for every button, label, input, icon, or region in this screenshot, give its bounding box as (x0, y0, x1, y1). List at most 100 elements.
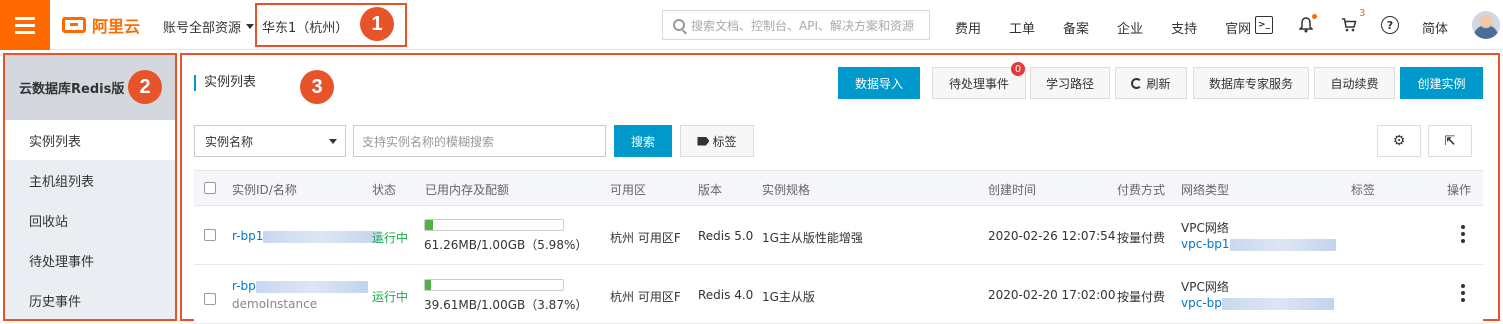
nav-tickets[interactable]: 工单 (1009, 18, 1035, 37)
select-all-checkbox[interactable] (204, 182, 216, 194)
instance-id-link[interactable]: r-bp (232, 279, 368, 293)
billing-cell: 按量付费 (1117, 231, 1166, 245)
version-cell: Redis 5.0 (698, 229, 754, 243)
more-actions-icon[interactable] (1461, 284, 1465, 302)
vpc-link[interactable]: vpc-bp1 (1181, 237, 1336, 251)
terminal-icon[interactable]: >_ (1255, 16, 1273, 34)
logo-text: 阿里云 (92, 17, 141, 36)
instance-id-prefix: r-bp1 (232, 229, 264, 243)
col-tags: 标签 (1351, 183, 1376, 197)
billing-cell: 按量付费 (1117, 290, 1166, 304)
network-type-cell: VPC网络 (1181, 221, 1229, 235)
vpc-id-prefix: vpc-bp (1181, 296, 1222, 310)
memory-usage-fill (425, 220, 434, 230)
export-button[interactable]: ⇱ (1428, 125, 1472, 157)
account-scope-dropdown[interactable]: 账号全部资源 (163, 17, 255, 36)
col-instance-id[interactable]: 实例ID/名称 (232, 181, 297, 198)
nav-billing[interactable]: 费用 (955, 18, 981, 37)
redacted-id (255, 280, 368, 293)
logo-mark-icon (62, 17, 86, 33)
col-actions: 操作 (1447, 183, 1472, 197)
table-header: 实例ID/名称 状态 已用内存及配额 可用区 版本 实例规格 创建时间 付费方式… (194, 170, 1483, 206)
col-zone: 可用区 (610, 183, 647, 197)
tag-label: 标签 (712, 134, 737, 149)
redacted-vpc (1221, 297, 1334, 310)
spec-cell: 1G主从版性能增强 (762, 231, 863, 245)
global-search-input[interactable]: 搜索文档、控制台、API、解决方案和资源 (662, 10, 930, 40)
search-placeholder: 搜索文档、控制台、API、解决方案和资源 (691, 18, 914, 33)
instance-name-search-input[interactable]: 支持实例名称的模糊搜索 (353, 125, 606, 157)
nav-support[interactable]: 支持 (1171, 18, 1197, 37)
filter-field-value: 实例名称 (205, 134, 254, 149)
version-cell: Redis 4.0 (698, 288, 754, 302)
table-row: r-bp1 运行中 61.26MB/1.00GB（5.98%） 杭州 可用区F … (194, 207, 1483, 265)
memory-usage-fill (425, 280, 431, 290)
instance-id-prefix: r-bp (232, 279, 256, 293)
create-instance-button[interactable]: 创建实例 (1400, 67, 1483, 99)
col-version: 版本 (698, 183, 723, 197)
col-network: 网络类型 (1181, 183, 1230, 197)
nav-icp[interactable]: 备案 (1063, 18, 1089, 37)
nav-enterprise[interactable]: 企业 (1117, 18, 1143, 37)
col-created: 创建时间 (988, 183, 1037, 197)
account-scope-label: 账号全部资源 (163, 21, 242, 36)
created-cell: 2020-02-26 12:07:54 (988, 229, 1116, 243)
settings-button[interactable]: ⚙ (1377, 125, 1421, 157)
aliyun-logo[interactable]: 阿里云 (62, 14, 140, 36)
zone-cell: 杭州 可用区F (610, 290, 681, 304)
col-spec: 实例规格 (762, 183, 811, 197)
annotation-badge-1: 1 (360, 7, 394, 41)
instance-id-link[interactable]: r-bp1 (232, 229, 382, 243)
status-running: 运行中 (372, 231, 409, 245)
caret-down-icon (329, 139, 337, 144)
refresh-label: 刷新 (1146, 76, 1171, 91)
vpc-id-prefix: vpc-bp1 (1181, 237, 1230, 251)
table-row: r-bp demoInstance 运行中 39.61MB/1.00GB（3.8… (194, 266, 1483, 324)
auto-renew-button[interactable]: 自动续费 (1314, 67, 1395, 99)
col-memory: 已用内存及配额 (425, 183, 510, 197)
top-nav: 费用 工单 备案 企业 支持 官网 (955, 18, 1279, 37)
avatar[interactable] (1472, 11, 1500, 39)
cart-count-badge: 3 (1359, 8, 1366, 19)
annotation-badge-3: 3 (300, 70, 334, 104)
page-title: 实例列表 (194, 75, 256, 91)
gear-icon: ⚙ (1392, 133, 1406, 149)
memory-usage-bar (424, 219, 564, 231)
zone-cell: 杭州 可用区F (610, 231, 681, 245)
memory-usage-text: 61.26MB/1.00GB（5.98%） (424, 238, 588, 252)
more-actions-icon[interactable] (1461, 225, 1465, 243)
created-cell: 2020-02-20 17:02:00 (988, 288, 1116, 302)
redacted-vpc (1229, 238, 1336, 251)
redacted-id (263, 230, 382, 243)
db-expert-service-button[interactable]: 数据库专家服务 (1193, 67, 1309, 99)
refresh-icon (1131, 77, 1143, 89)
top-bar: 阿里云 账号全部资源 华东1（杭州） 搜索文档、控制台、API、解决方案和资源 … (0, 0, 1503, 50)
annotation-badge-2: 2 (128, 70, 162, 104)
cart-icon[interactable] (1340, 16, 1358, 34)
export-icon: ⇱ (1444, 133, 1456, 149)
import-data-button[interactable]: 数据导入 (838, 67, 920, 99)
col-billing: 付费方式 (1117, 183, 1166, 197)
learning-path-button[interactable]: 学习路径 (1030, 67, 1110, 99)
status-running: 运行中 (372, 290, 409, 304)
memory-usage-bar (424, 279, 564, 291)
pending-count-badge: 0 (1011, 62, 1025, 76)
vpc-link[interactable]: vpc-bp (1181, 296, 1334, 310)
filter-placeholder: 支持实例名称的模糊搜索 (362, 134, 495, 149)
tag-filter-button[interactable]: 标签 (680, 125, 754, 157)
filter-field-select[interactable]: 实例名称 (194, 125, 346, 157)
network-type-cell: VPC网络 (1181, 280, 1229, 294)
nav-official-site[interactable]: 官网 (1225, 18, 1251, 37)
row-checkbox[interactable] (204, 293, 216, 305)
menu-icon[interactable] (0, 0, 50, 50)
tag-icon (697, 136, 710, 146)
search-button[interactable]: 搜索 (614, 125, 672, 157)
caret-down-icon (246, 24, 255, 29)
help-icon[interactable]: ? (1381, 16, 1399, 34)
notification-dot (1312, 14, 1317, 19)
row-checkbox[interactable] (204, 229, 216, 241)
language-switch[interactable]: 简体 (1422, 18, 1448, 37)
spec-cell: 1G主从版 (762, 290, 815, 304)
col-status: 状态 (372, 183, 397, 197)
refresh-button[interactable]: 刷新 (1115, 67, 1187, 99)
